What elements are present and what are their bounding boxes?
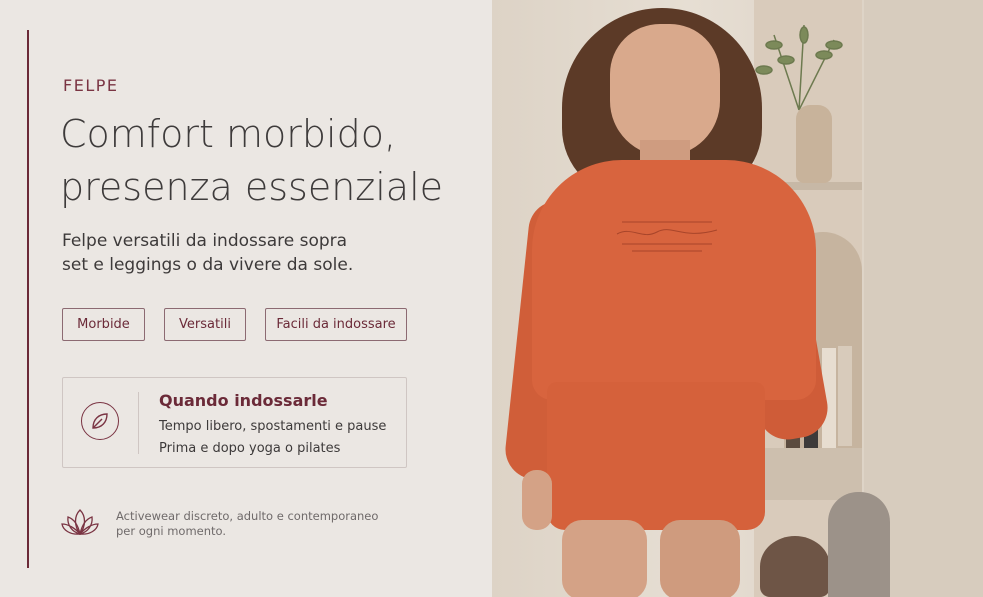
photo-book: [838, 346, 852, 446]
photo-model-hand: [522, 470, 552, 530]
chip-morbide[interactable]: Morbide: [62, 308, 145, 341]
model-photo: [492, 0, 983, 597]
title-line-2: presenza essenziale: [60, 165, 444, 209]
chip-versatili[interactable]: Versatili: [164, 308, 246, 341]
footer-tagline: Activewear discreto, adulto e contempora…: [116, 509, 406, 539]
card-divider: [138, 392, 139, 454]
photo-sweatshirt: [532, 160, 816, 400]
chip-facili-da-indossare[interactable]: Facili da indossare: [265, 308, 407, 341]
subtitle-line-1: Felpe versatili da indossare sopra: [62, 231, 348, 251]
usage-card: Quando indossarle Tempo libero, spostame…: [62, 377, 407, 468]
card-line-2: Prima e dopo yoga o pilates: [159, 441, 341, 456]
accent-divider: [27, 30, 29, 568]
photo-sweatshirt-embroidery: [616, 221, 718, 252]
photo-shelf-bottom: [754, 448, 862, 500]
photo-model-face: [610, 24, 720, 156]
title-line-1: Comfort morbido,: [60, 112, 397, 156]
page-subtitle: Felpe versatili da indossare sopra set e…: [62, 229, 422, 277]
photo-pot: [760, 536, 830, 597]
card-line-1: Tempo libero, spostamenti e pause: [159, 419, 387, 434]
page-title: Comfort morbido, presenza essenziale: [60, 108, 480, 214]
footer-line-2: per ogni momento.: [116, 524, 227, 538]
leaf-icon: [81, 402, 119, 440]
lotus-icon: [60, 506, 100, 538]
photo-model-leg-left: [562, 520, 647, 597]
photo-model-leg-right: [660, 520, 740, 597]
category-eyebrow: FELPE: [63, 76, 119, 95]
footer-line-1: Activewear discreto, adulto e contempora…: [116, 509, 379, 523]
photo-yoga-mat: [828, 492, 890, 597]
subtitle-line-2: set e leggings o da vivere da sole.: [62, 255, 354, 275]
card-title: Quando indossarle: [159, 391, 328, 410]
photo-vase: [796, 105, 832, 183]
photo-shorts: [547, 382, 765, 530]
